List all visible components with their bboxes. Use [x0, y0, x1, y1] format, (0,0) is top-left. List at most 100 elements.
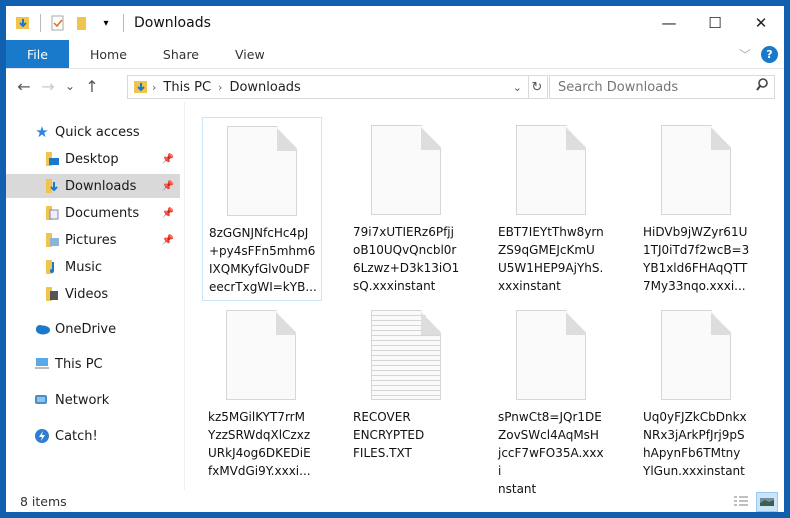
search-input[interactable] [556, 78, 750, 96]
onedrive-cloud-icon [34, 321, 50, 337]
documents-folder-icon [44, 205, 60, 221]
file-item[interactable]: HiDVb9jWZyr61U 1TJ0iTd7f2wcB=3 YB1xld6FHAq… [637, 117, 755, 295]
properties-icon[interactable] [49, 14, 67, 32]
file-name: EBT7IEYtThw8yrn ZS9qGMEJcKmU U5W1HEP9AjYhS… [498, 225, 604, 293]
new-folder-icon[interactable] [73, 14, 91, 32]
videos-folder-icon [44, 286, 60, 302]
address-dropdown-icon[interactable]: ⌄ [513, 81, 522, 94]
help-icon[interactable]: ? [761, 45, 778, 63]
search-icon [756, 78, 768, 96]
file-item[interactable]: 8zGGNJNfcHc4pJ +py4sFFn5mhm6 IXQMKyfGlv0uD… [202, 117, 322, 301]
blank-file-icon [371, 125, 441, 215]
refresh-button[interactable]: ↻ [527, 75, 548, 99]
item-count: 8 items [20, 493, 67, 509]
file-name: sPnwCt8=JQr1DE ZovSWcl4AqMsH jccF7wFO35A.x… [498, 410, 604, 496]
text-file-icon [371, 310, 441, 400]
downloads-folder-icon [133, 79, 149, 95]
pin-icon[interactable]: 📌 [162, 181, 174, 192]
tab-file[interactable]: File [6, 40, 69, 68]
sidebar-item-label: Network [55, 392, 110, 408]
music-folder-icon [44, 259, 60, 275]
file-name: 79i7xUTIERz6Pfjj oB10UQvQncbl0r 6Lzwz+D3k1… [353, 225, 460, 293]
blank-file-icon [661, 310, 731, 400]
file-explorer-window: ▾ Downloads — ☐ ✕ File Home Share View ﹀… [6, 6, 784, 512]
address-dropdown: ⌄ [513, 76, 528, 98]
sidebar-item-label: Videos [65, 286, 109, 302]
file-item[interactable]: EBT7IEYtThw8yrn ZS9qGMEJcKmU U5W1HEP9AjYhS… [492, 117, 610, 295]
breadcrumb-separator: › [152, 80, 157, 94]
file-item[interactable]: Uq0yFJZkCbDnkx NRx3jArkPfJrj9pS hApynFb6TM… [637, 302, 755, 480]
sidebar-item-label: This PC [55, 356, 103, 372]
details-view-button[interactable] [730, 492, 752, 512]
up-button[interactable]: ↑ [80, 77, 104, 96]
sidebar-item-catch[interactable]: Catch! [34, 424, 180, 448]
separator [123, 14, 124, 32]
sidebar-item-label: Pictures [65, 232, 117, 248]
sidebar-item-downloads[interactable]: Downloads 📌 [6, 174, 180, 198]
sidebar-item-label: Documents [65, 205, 140, 221]
sidebar-item-label: OneDrive [55, 321, 117, 337]
pictures-folder-icon [44, 232, 60, 248]
maximize-button[interactable]: ☐ [692, 6, 738, 40]
tab-view[interactable]: View [217, 40, 283, 68]
downloads-folder-icon [14, 14, 32, 32]
pin-icon[interactable]: 📌 [162, 235, 174, 246]
file-item[interactable]: 79i7xUTIERz6Pfjj oB10UQvQncbl0r 6Lzwz+D3k1… [347, 117, 465, 295]
blank-file-icon [516, 125, 586, 215]
sidebar-item-network[interactable]: Network [34, 388, 180, 412]
sidebar-item-quick-access[interactable]: ★ Quick access [34, 120, 180, 144]
sidebar-item-music[interactable]: Music [44, 255, 180, 279]
pin-icon[interactable]: 📌 [162, 208, 174, 219]
file-item-ransom-note[interactable]: RECOVER ENCRYPTED FILES.TXT [347, 302, 465, 462]
separator [40, 14, 41, 32]
sidebar-item-label: Downloads [65, 178, 137, 194]
quick-access-toolbar: ▾ [6, 14, 132, 32]
blank-file-icon [226, 310, 296, 400]
window-title: Downloads [134, 15, 211, 31]
back-button[interactable]: ← [12, 77, 36, 96]
file-name: HiDVb9jWZyr61U 1TJ0iTd7f2wcB=3 YB1xld6FHAq… [643, 225, 750, 293]
tab-share[interactable]: Share [145, 40, 217, 68]
breadcrumb-this-pc[interactable]: This PC [163, 80, 211, 95]
file-item[interactable]: kz5MGilKYT7rrM YzzSRWdqXlCzxz URkJ4og6DKED… [202, 302, 320, 480]
window-controls: — ☐ ✕ [646, 6, 784, 40]
large-icons-view-button[interactable] [756, 492, 778, 512]
navigation-bar: ← → ⌄ ↑ › This PC › Downloads ⌄ ↻ [6, 69, 784, 103]
sidebar-item-videos[interactable]: Videos [44, 282, 180, 306]
file-name: kz5MGilKYT7rrM YzzSRWdqXlCzxz URkJ4og6DKED… [208, 410, 311, 478]
sidebar-item-label: Quick access [55, 124, 140, 140]
sidebar-item-documents[interactable]: Documents 📌 [44, 201, 180, 225]
file-name: Uq0yFJZkCbDnkx NRx3jArkPfJrj9pS hApynFb6TM… [643, 410, 747, 478]
explorer-body: ★ Quick access Desktop 📌 Downloads 📌 Doc… [6, 102, 784, 496]
sidebar-item-pictures[interactable]: Pictures 📌 [44, 228, 180, 252]
file-list: 8zGGNJNfcHc4pJ +py4sFFn5mhm6 IXQMKyfGlv0uD… [185, 102, 784, 496]
expand-ribbon-icon[interactable]: ﹀ [739, 46, 751, 63]
star-icon: ★ [35, 123, 49, 141]
file-name: RECOVER ENCRYPTED FILES.TXT [353, 410, 425, 460]
search-box[interactable] [549, 75, 775, 99]
sidebar-item-this-pc[interactable]: This PC [34, 352, 180, 376]
navigation-pane: ★ Quick access Desktop 📌 Downloads 📌 Doc… [6, 102, 185, 490]
sidebar-item-onedrive[interactable]: OneDrive [34, 317, 180, 341]
sidebar-item-desktop[interactable]: Desktop 📌 [44, 147, 180, 171]
blank-file-icon [661, 125, 731, 215]
file-name: 8zGGNJNfcHc4pJ +py4sFFn5mhm6 IXQMKyfGlv0uD… [209, 226, 317, 294]
customize-toolbar-icon[interactable]: ▾ [97, 14, 115, 32]
sidebar-item-label: Desktop [65, 151, 119, 167]
pin-icon[interactable]: 📌 [162, 154, 174, 165]
ribbon-tabs: File Home Share View ﹀ ? [6, 40, 784, 69]
breadcrumb-downloads[interactable]: Downloads [229, 80, 300, 95]
address-bar[interactable]: › This PC › Downloads ⌄ [127, 75, 529, 99]
blank-file-icon [227, 126, 297, 216]
status-bar: 8 items [6, 490, 784, 512]
recent-locations-button[interactable]: ⌄ [60, 79, 80, 93]
desktop-folder-icon [44, 151, 60, 167]
large-icons-view-icon [760, 498, 774, 506]
tab-home[interactable]: Home [69, 40, 145, 68]
sidebar-item-label: Catch! [55, 428, 98, 444]
forward-button[interactable]: → [36, 77, 60, 96]
breadcrumb-separator: › [218, 80, 223, 94]
minimize-button[interactable]: — [646, 6, 692, 40]
file-item[interactable]: sPnwCt8=JQr1DE ZovSWcl4AqMsH jccF7wFO35A.x… [492, 302, 610, 498]
close-button[interactable]: ✕ [738, 6, 784, 40]
